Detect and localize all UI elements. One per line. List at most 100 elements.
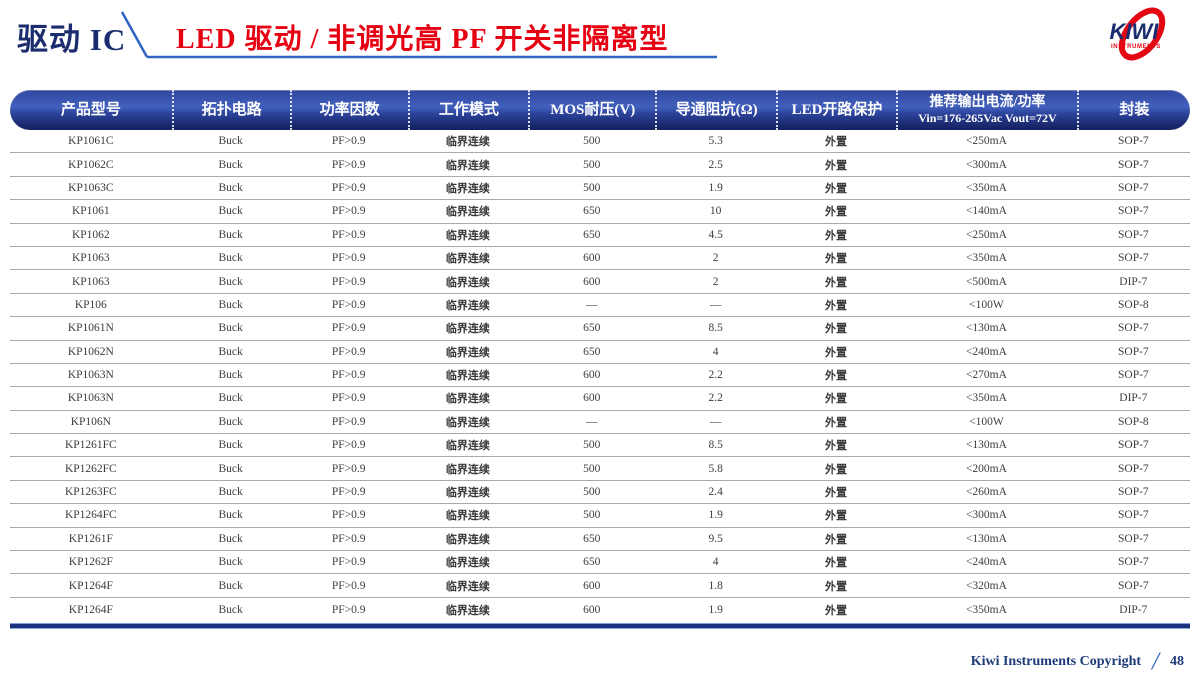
- cell-pf: PF>0.9: [290, 224, 408, 247]
- cell-pf: PF>0.9: [290, 504, 408, 527]
- cell-mosv: 600: [528, 574, 655, 597]
- cell-pf: PF>0.9: [290, 481, 408, 504]
- cell-mosv: 650: [528, 317, 655, 340]
- cell-pf: PF>0.9: [290, 598, 408, 621]
- cell-ledocp: 外置: [776, 434, 896, 457]
- cell-iout: <260mA: [896, 481, 1077, 504]
- page-title: LED 驱动 / 非调光高 PF 开关非隔离型: [176, 17, 669, 57]
- table-row: KP1263FCBuckPF>0.9临界连续5002.4外置<260mASOP-…: [10, 481, 1190, 504]
- cell-mode: 临界连续: [408, 598, 528, 621]
- cell-model: KP1061: [10, 200, 172, 223]
- column-header-topology: 拓扑电路: [172, 90, 290, 130]
- cell-package: SOP-7: [1077, 574, 1190, 597]
- cell-iout: <100W: [896, 411, 1077, 434]
- cell-pf: PF>0.9: [290, 411, 408, 434]
- cell-package: SOP-7: [1077, 224, 1190, 247]
- cell-package: SOP-7: [1077, 200, 1190, 223]
- cell-ron: 2.2: [655, 364, 775, 387]
- table-row: KP1061NBuckPF>0.9临界连续6508.5外置<130mASOP-7: [10, 317, 1190, 340]
- cell-mosv: 500: [528, 504, 655, 527]
- cell-mosv: —: [528, 294, 655, 317]
- cell-ron: 8.5: [655, 317, 775, 340]
- table-row: KP1061BuckPF>0.9临界连续65010外置<140mASOP-7: [10, 200, 1190, 223]
- cell-model: KP1262FC: [10, 457, 172, 480]
- cell-topology: Buck: [172, 481, 290, 504]
- cell-ledocp: 外置: [776, 317, 896, 340]
- cell-iout: <350mA: [896, 247, 1077, 270]
- column-header-ledocp: LED开路保护: [776, 90, 896, 130]
- cell-ron: 5.8: [655, 457, 775, 480]
- cell-topology: Buck: [172, 434, 290, 457]
- column-header-pf: 功率因数: [290, 90, 408, 130]
- cell-mosv: 500: [528, 177, 655, 200]
- cell-model: KP1262F: [10, 551, 172, 574]
- cell-ron: 2.2: [655, 387, 775, 410]
- cell-model: KP1063N: [10, 387, 172, 410]
- cell-package: SOP-7: [1077, 364, 1190, 387]
- cell-topology: Buck: [172, 270, 290, 293]
- cell-model: KP106: [10, 294, 172, 317]
- cell-pf: PF>0.9: [290, 528, 408, 551]
- cell-mode: 临界连续: [408, 224, 528, 247]
- cell-pf: PF>0.9: [290, 130, 408, 153]
- table-row: KP1063BuckPF>0.9临界连续6002外置<350mASOP-7: [10, 247, 1190, 270]
- cell-pf: PF>0.9: [290, 247, 408, 270]
- cell-package: SOP-7: [1077, 317, 1190, 340]
- cell-ledocp: 外置: [776, 247, 896, 270]
- cell-pf: PF>0.9: [290, 200, 408, 223]
- cell-iout: <250mA: [896, 130, 1077, 153]
- table-body: KP1061CBuckPF>0.9临界连续5005.3外置<250mASOP-7…: [10, 130, 1190, 621]
- page-header: 驱动 IC LED 驱动 / 非调光高 PF 开关非隔离型 KIWI INSTR…: [0, 0, 1200, 86]
- cell-ledocp: 外置: [776, 457, 896, 480]
- cell-model: KP1062C: [10, 153, 172, 176]
- cell-ledocp: 外置: [776, 177, 896, 200]
- cell-package: SOP-7: [1077, 551, 1190, 574]
- logo-brand-text: KIWI: [1110, 19, 1160, 44]
- cell-ron: 1.9: [655, 177, 775, 200]
- cell-iout: <300mA: [896, 504, 1077, 527]
- cell-ledocp: 外置: [776, 574, 896, 597]
- cell-model: KP1062N: [10, 341, 172, 364]
- cell-mosv: 650: [528, 224, 655, 247]
- cell-package: SOP-7: [1077, 504, 1190, 527]
- cell-topology: Buck: [172, 551, 290, 574]
- table-row: KP1261FBuckPF>0.9临界连续6509.5外置<130mASOP-7: [10, 528, 1190, 551]
- cell-mosv: 500: [528, 130, 655, 153]
- cell-ledocp: 外置: [776, 504, 896, 527]
- cell-ledocp: 外置: [776, 341, 896, 364]
- cell-ron: 10: [655, 200, 775, 223]
- cell-topology: Buck: [172, 153, 290, 176]
- cell-model: KP1061C: [10, 130, 172, 153]
- table-row: KP106BuckPF>0.9临界连续——外置<100WSOP-8: [10, 294, 1190, 317]
- cell-package: DIP-7: [1077, 387, 1190, 410]
- cell-mode: 临界连续: [408, 574, 528, 597]
- table-row: KP1061CBuckPF>0.9临界连续5005.3外置<250mASOP-7: [10, 130, 1190, 153]
- table-row: KP1264FCBuckPF>0.9临界连续5001.9外置<300mASOP-…: [10, 504, 1190, 527]
- cell-mode: 临界连续: [408, 247, 528, 270]
- cell-ron: 2: [655, 270, 775, 293]
- cell-model: KP1061N: [10, 317, 172, 340]
- cell-topology: Buck: [172, 528, 290, 551]
- cell-ron: 2: [655, 247, 775, 270]
- cell-model: KP1063: [10, 270, 172, 293]
- cell-package: SOP-7: [1077, 481, 1190, 504]
- cell-package: SOP-7: [1077, 153, 1190, 176]
- cell-iout: <100W: [896, 294, 1077, 317]
- cell-package: SOP-7: [1077, 177, 1190, 200]
- table-row: KP1062CBuckPF>0.9临界连续5002.5外置<300mASOP-7: [10, 153, 1190, 176]
- cell-ron: 5.3: [655, 130, 775, 153]
- table-head: 产品型号拓扑电路功率因数工作模式MOS耐压(V)导通阻抗(Ω)LED开路保护推荐…: [10, 90, 1190, 130]
- cell-ledocp: 外置: [776, 270, 896, 293]
- page-footer: Kiwi Instruments Copyright / 48: [971, 649, 1184, 674]
- cell-package: SOP-7: [1077, 434, 1190, 457]
- column-header-mosv: MOS耐压(V): [528, 90, 655, 130]
- cell-ledocp: 外置: [776, 528, 896, 551]
- cell-model: KP1261FC: [10, 434, 172, 457]
- cell-ron: 1.9: [655, 598, 775, 621]
- cell-package: SOP-8: [1077, 411, 1190, 434]
- cell-mosv: 500: [528, 434, 655, 457]
- cell-mosv: 600: [528, 387, 655, 410]
- cell-mode: 临界连续: [408, 387, 528, 410]
- cell-pf: PF>0.9: [290, 551, 408, 574]
- cell-mosv: 650: [528, 551, 655, 574]
